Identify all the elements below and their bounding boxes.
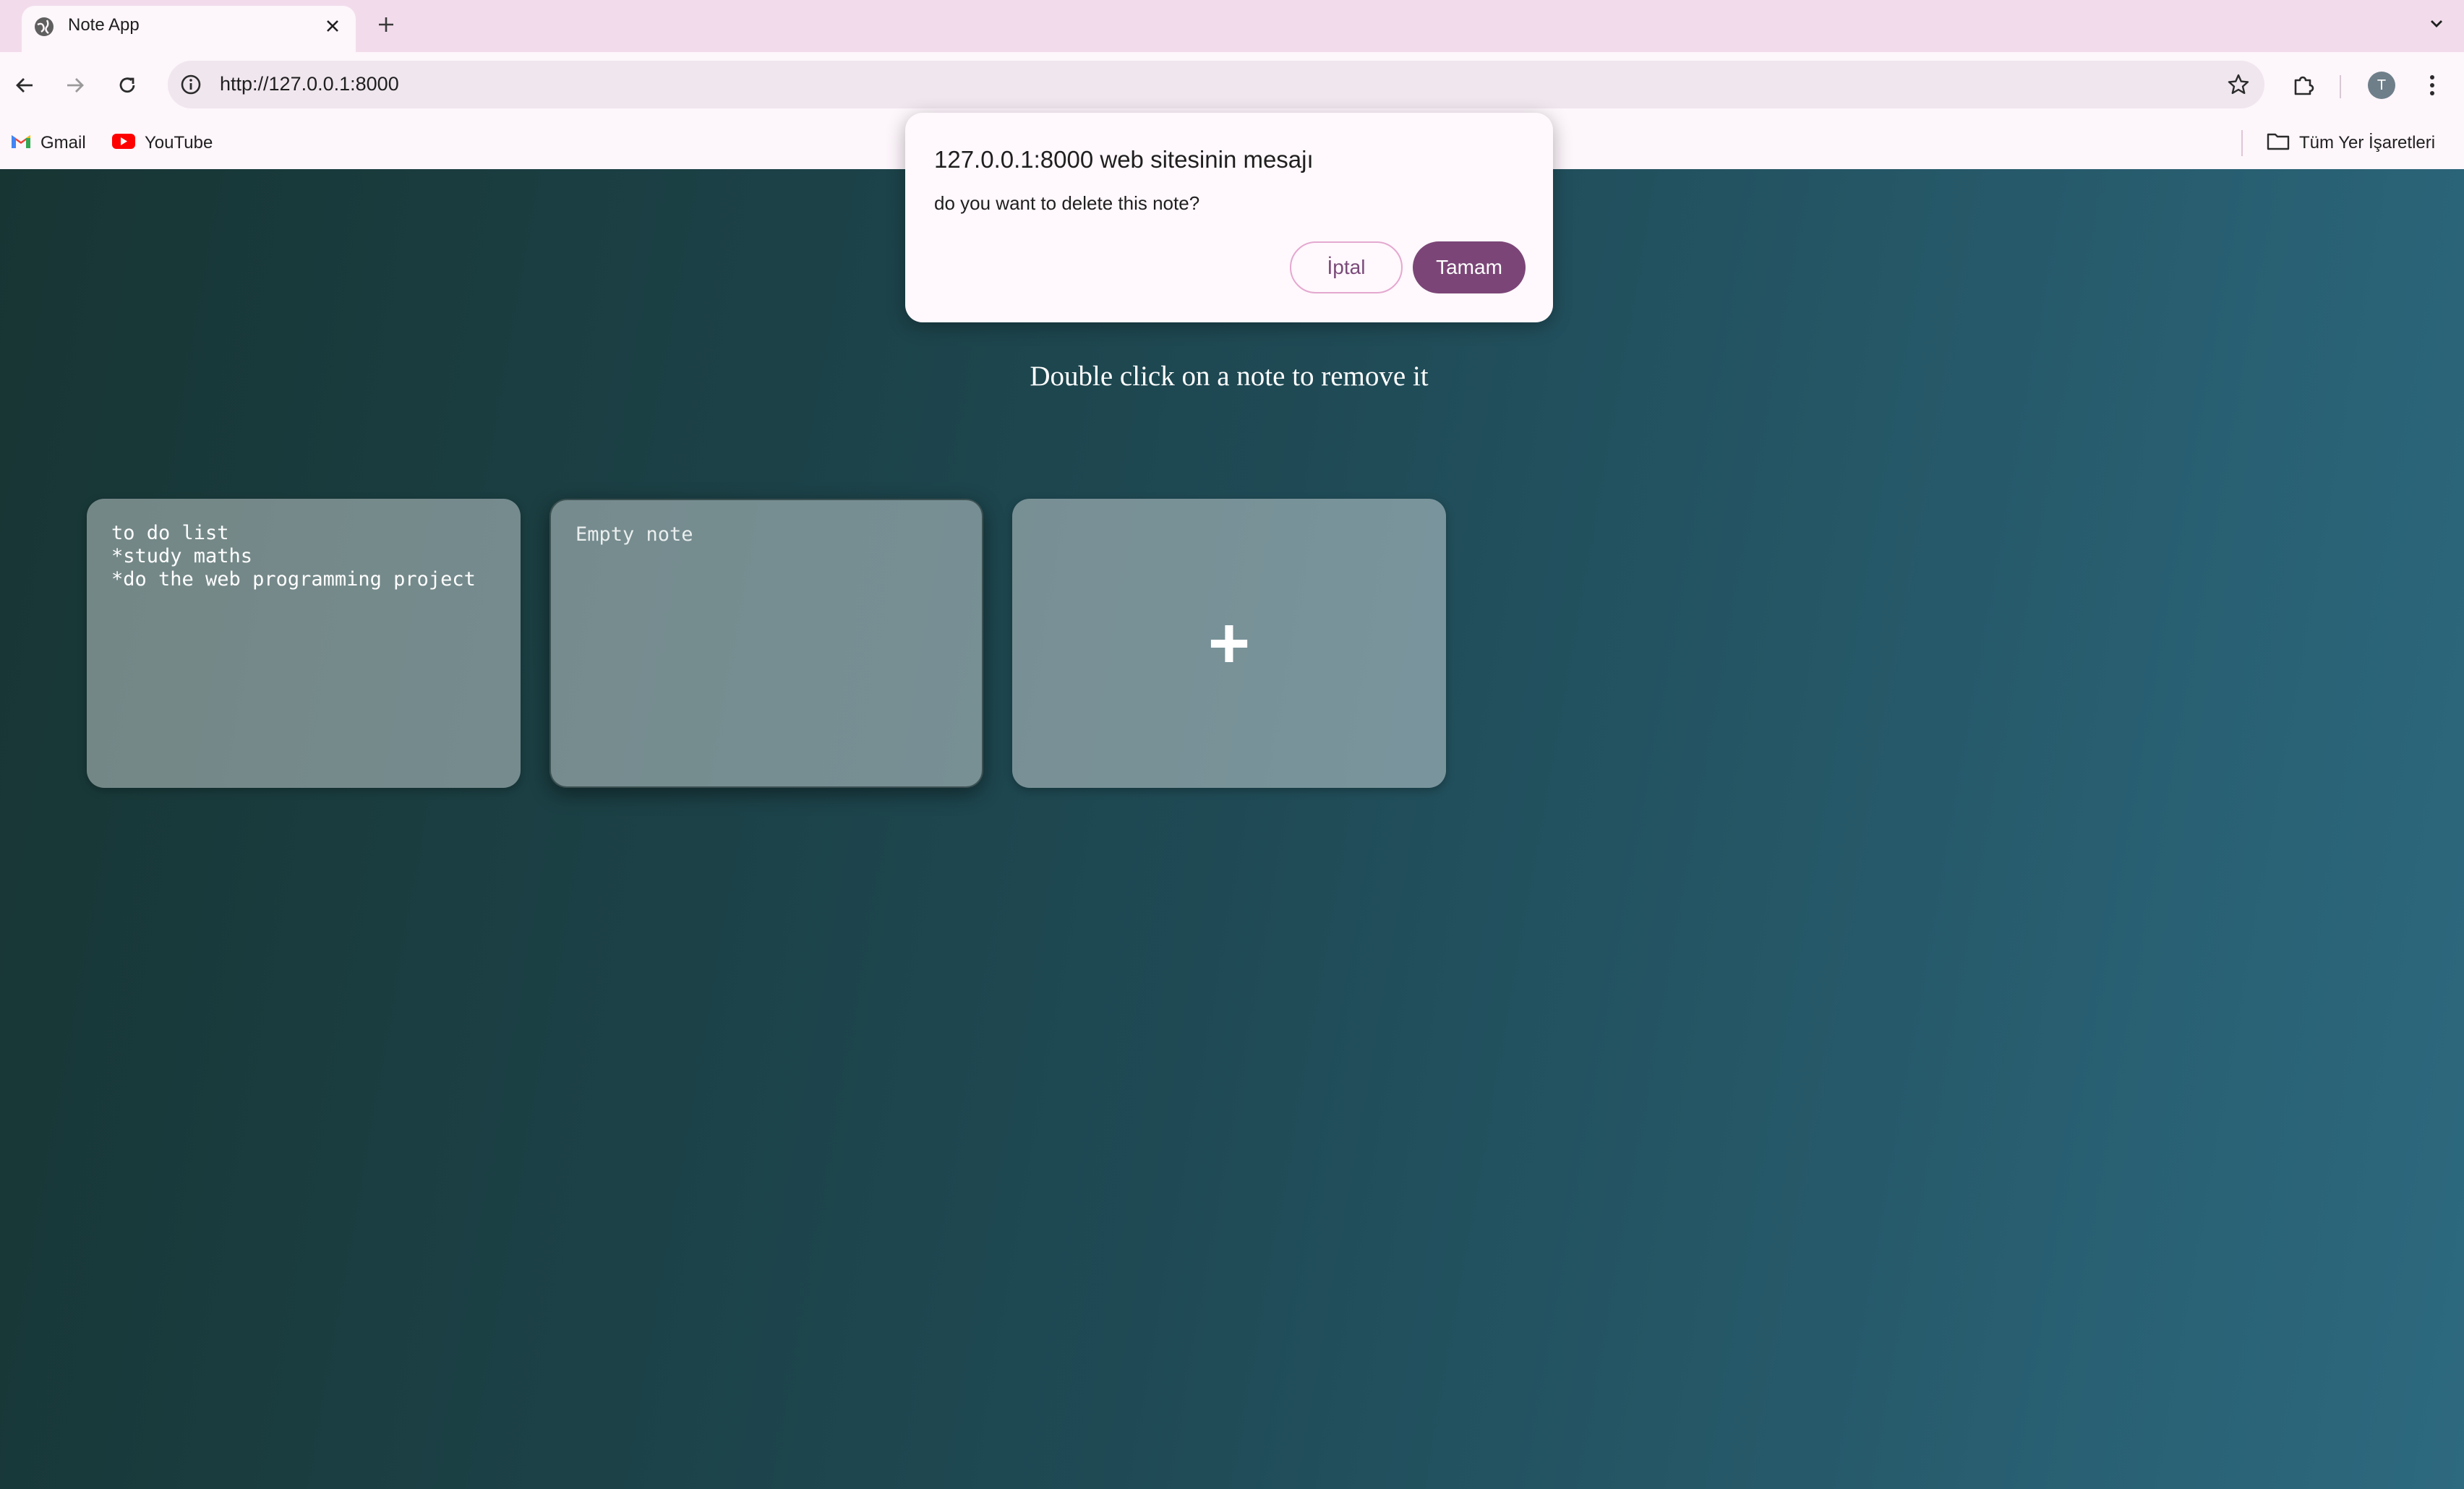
folder-icon (2266, 131, 2290, 156)
profile-avatar[interactable]: T (2364, 68, 2399, 103)
note-card[interactable] (87, 499, 521, 788)
address-bar[interactable]: http://127.0.0.1:8000 (168, 61, 2264, 108)
tab-strip: Note App (0, 0, 2464, 52)
note-textarea[interactable] (551, 500, 982, 786)
extensions-icon[interactable] (2286, 68, 2321, 103)
close-tab-icon[interactable] (320, 13, 346, 39)
all-bookmarks-button[interactable]: Tüm Yer İşaretleri (2266, 129, 2435, 158)
youtube-icon (111, 132, 136, 155)
note-card[interactable] (549, 499, 983, 788)
tab-title: Note App (68, 15, 140, 35)
cancel-button[interactable]: İptal (1290, 241, 1403, 293)
toolbar-divider (2340, 75, 2341, 98)
bookmark-gmail[interactable]: Gmail (10, 129, 86, 158)
page-content: Double click on a note to remove it + (0, 169, 2464, 1489)
confirm-dialog: 127.0.0.1:8000 web sitesinin mesajı do y… (905, 113, 1553, 322)
add-note-button[interactable]: + (1012, 499, 1446, 788)
url-text: http://127.0.0.1:8000 (220, 73, 399, 95)
hint-container: Double click on a note to remove it (0, 360, 2458, 403)
bookmarks-divider (2241, 130, 2243, 156)
reload-icon[interactable] (110, 68, 145, 103)
dialog-message: do you want to delete this note? (934, 192, 1200, 214)
avatar: T (2368, 72, 2395, 99)
browser-tab[interactable]: Note App (22, 6, 356, 52)
new-tab-icon[interactable] (372, 10, 401, 39)
chevron-down-icon[interactable] (2422, 9, 2451, 38)
bookmark-label: Gmail (40, 133, 86, 153)
forward-arrow-icon[interactable] (58, 68, 93, 103)
dialog-title: 127.0.0.1:8000 web sitesinin mesajı (934, 146, 1314, 173)
bookmark-label: YouTube (145, 133, 213, 153)
browser-toolbar: http://127.0.0.1:8000 T (0, 52, 2464, 119)
more-menu-icon[interactable] (2415, 68, 2450, 103)
plus-icon: + (1207, 603, 1251, 684)
ok-button[interactable]: Tamam (1413, 241, 1526, 293)
note-textarea[interactable] (87, 499, 521, 788)
bookmark-star-icon[interactable] (2224, 70, 2253, 99)
back-arrow-icon[interactable] (7, 68, 42, 103)
gmail-icon (10, 132, 32, 155)
all-bookmarks-label: Tüm Yer İşaretleri (2299, 133, 2436, 153)
bookmark-youtube[interactable]: YouTube (111, 129, 213, 158)
page-hint: Double click on a note to remove it (1030, 361, 1429, 392)
site-info-icon[interactable] (176, 70, 205, 99)
globe-icon (33, 16, 55, 38)
